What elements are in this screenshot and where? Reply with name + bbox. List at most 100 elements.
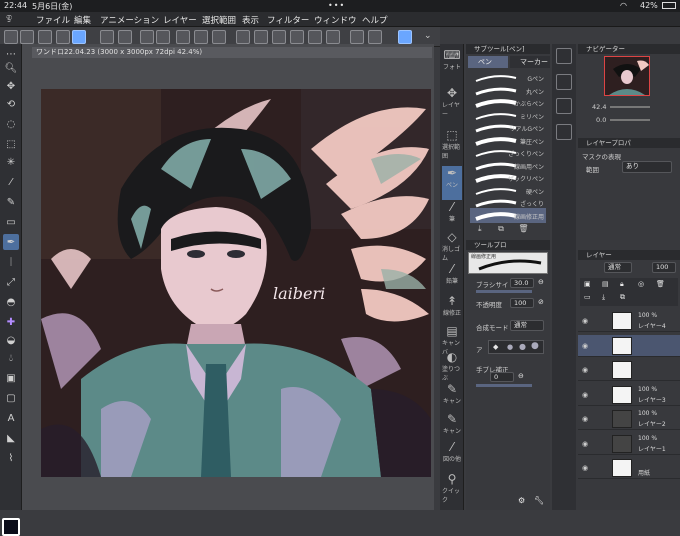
document-tab[interactable]: ワンドロ22.04.23 (3000 x 3000px 72dpi 42.4%)	[32, 47, 432, 58]
copy-subtool-icon[interactable]: ⧉	[498, 224, 504, 233]
visibility-eye-icon[interactable]: ◉	[582, 391, 588, 399]
subtool-tab-quick[interactable]: ⚲ クイック	[442, 472, 462, 506]
menu-file[interactable]: ファイル	[36, 14, 70, 26]
fill-icon[interactable]	[308, 30, 322, 44]
layer-blend-select[interactable]: 通常	[604, 262, 632, 273]
layer-row[interactable]: ◉ 100 % レイヤー3	[578, 384, 680, 406]
brush-item[interactable]: 線画修正用	[470, 207, 546, 223]
delete-subtool-icon[interactable]: 🗑︎	[518, 224, 528, 233]
magic-wand-icon[interactable]: ✳	[3, 154, 19, 170]
brush-icon[interactable]	[20, 30, 34, 44]
new-vector-layer-icon[interactable]: ▤	[602, 280, 609, 288]
ruler-icon[interactable]: ⌇	[3, 450, 19, 466]
export-icon[interactable]	[176, 30, 190, 44]
wrench-icon[interactable]: 🔧︎	[534, 496, 544, 505]
subtool-tab-eraser[interactable]: ◇ 消しゴム	[442, 230, 462, 264]
figure-icon[interactable]: ▢	[3, 390, 19, 406]
zoom-tool-icon[interactable]: 🔍︎	[3, 60, 19, 76]
subtool-tab-brush[interactable]: ⁄ 筆	[442, 200, 462, 234]
layer-row[interactable]: ◉ 100 % レイヤー4	[578, 310, 680, 332]
antialias-selector[interactable]: ◆ ● ● ●	[488, 340, 544, 354]
add-subtool-icon[interactable]: ⤓	[478, 224, 482, 233]
brush-tool-icon[interactable]: ᛁ	[3, 254, 19, 270]
share-icon[interactable]	[212, 30, 226, 44]
menu-window[interactable]: ウィンドウ	[314, 14, 357, 26]
subtool-tab-pen[interactable]: ✒ ペン	[442, 166, 462, 200]
subtool-tab-layer[interactable]: ✥ レイヤー	[442, 86, 462, 120]
settings-icon[interactable]: ⚙	[518, 496, 525, 505]
delete-layer-icon[interactable]: 🗑︎	[656, 280, 665, 288]
open-file-icon[interactable]	[118, 30, 132, 44]
mask-icon[interactable]: ◎	[638, 280, 644, 288]
zoom-slider[interactable]	[610, 106, 650, 108]
folder-icon[interactable]: ▭	[584, 293, 591, 301]
main-color-swatch[interactable]	[2, 518, 20, 536]
rotation-slider[interactable]	[610, 119, 650, 121]
list-icon[interactable]	[38, 30, 52, 44]
tab-pen[interactable]: ペン	[468, 56, 508, 68]
artwork-canvas[interactable]: laiberi	[41, 89, 431, 477]
fill-tool-icon[interactable]: ◓	[3, 294, 19, 310]
undo-icon[interactable]	[236, 30, 250, 44]
layer-row[interactable]: ◉ 用紙	[578, 457, 680, 479]
antialias-none-icon[interactable]: ◆	[493, 343, 498, 351]
eraser-icon[interactable]: ▭	[3, 214, 19, 230]
app-logo-icon[interactable]: ඉ	[6, 12, 12, 23]
select-all-icon[interactable]	[350, 30, 364, 44]
bucket-icon[interactable]: 💧︎	[3, 350, 19, 366]
brush-size-field[interactable]: 30.0	[510, 278, 534, 288]
subtool-tab-canvas2[interactable]: ✎ キャン	[442, 382, 462, 416]
transform-icon[interactable]	[326, 30, 340, 44]
stabilization-field[interactable]: 0	[490, 372, 514, 382]
pen-tool-icon[interactable]: ✒	[3, 234, 19, 250]
pencil-icon[interactable]: ✎	[3, 194, 19, 210]
navigator-preview[interactable]	[604, 56, 650, 96]
menu-layer[interactable]: レイヤー	[163, 14, 197, 26]
subtool-tab-line-fix[interactable]: ↟ 線修正	[442, 294, 462, 328]
subtool-tab-pencil[interactable]: ⁄ 鉛筆	[442, 262, 462, 296]
snap-icon[interactable]	[398, 30, 412, 44]
layer-row[interactable]: ◉ 100 % レイヤー2	[578, 408, 680, 430]
eyedropper-icon[interactable]: ⁄	[3, 174, 19, 190]
subtool-tab-photo[interactable]: ⌨ フォト	[442, 48, 462, 82]
visibility-eye-icon[interactable]: ◉	[582, 415, 588, 423]
tab-marker[interactable]: マーカー	[510, 56, 550, 68]
redo-icon[interactable]	[254, 30, 268, 44]
opacity-field[interactable]: 100	[510, 298, 534, 308]
lasso-tool-icon[interactable]: ◌	[3, 116, 19, 132]
navigator-rotation[interactable]: 0.0	[596, 116, 606, 124]
airbrush-icon[interactable]: ⤢	[3, 274, 19, 290]
blend-mode-select[interactable]: 通常	[510, 320, 544, 331]
visibility-eye-icon[interactable]: ◉	[582, 317, 588, 325]
menu-filter[interactable]: フィルター	[267, 14, 309, 26]
color-wheel-tab-icon[interactable]	[556, 48, 572, 64]
subtool-tab-other[interactable]: ⁄ 図の他	[442, 440, 462, 474]
layer-row[interactable]: ◉	[578, 359, 680, 381]
save-as-icon[interactable]	[156, 30, 170, 44]
multitask-dots[interactable]: •••	[328, 1, 345, 10]
menu-view[interactable]: 表示	[242, 14, 259, 26]
frame-icon[interactable]: ◣	[3, 430, 19, 446]
blend-tool-icon[interactable]: ◒	[3, 332, 19, 348]
menu-edit[interactable]: 編集	[74, 14, 91, 26]
lock-icon[interactable]: 🔒︎	[620, 280, 624, 289]
layer-row[interactable]: ◉ 100 % レイヤー1	[578, 433, 680, 455]
antialias-low-icon[interactable]: ●	[507, 343, 513, 351]
chevron-down-icon[interactable]: ⌄	[424, 31, 432, 41]
pen-pressure-icon[interactable]	[72, 30, 86, 44]
subtool-tab-fill[interactable]: ◐ 塗りつぶ	[442, 350, 462, 384]
decoration-icon[interactable]: ✚	[3, 314, 19, 330]
stabilization-slider[interactable]	[476, 384, 532, 387]
merge-icon[interactable]: ⤓	[602, 293, 605, 302]
visibility-eye-icon[interactable]: ◉	[582, 342, 588, 350]
brush-size-slider[interactable]	[476, 290, 532, 293]
deselect-icon[interactable]	[368, 30, 382, 44]
pen-mode-icon[interactable]	[56, 30, 70, 44]
navigator-zoom[interactable]: 42.4	[592, 103, 606, 111]
operation-tool-icon[interactable]: ⟲	[3, 96, 19, 112]
new-layer-icon[interactable]: ▣	[584, 280, 591, 288]
color-set-tab-icon[interactable]	[556, 74, 572, 90]
visibility-eye-icon[interactable]: ◉	[582, 440, 588, 448]
subtool-tab-selection[interactable]: ⬚ 選択範囲	[442, 128, 462, 162]
text-tool-icon[interactable]: A	[3, 410, 19, 426]
